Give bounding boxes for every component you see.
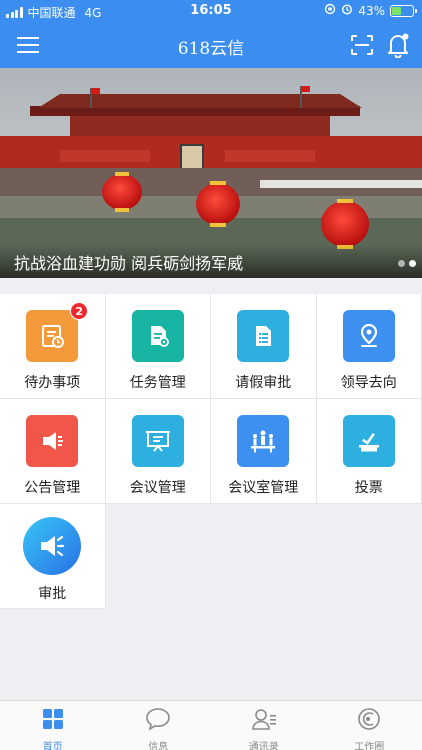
header: 中国联通 4G 16:05 43% 618云信 [0,0,422,68]
tab-home[interactable]: 首页 [0,701,106,750]
menu-item-meeting-room[interactable]: 会议室管理 [211,399,317,504]
orientation-lock-icon [324,3,336,18]
menu-item-leader-location[interactable]: 领导去向 [316,294,422,399]
menu-item-label: 审批 [38,586,67,602]
carousel-dot[interactable] [398,260,405,267]
carousel-dot-active[interactable] [409,260,416,267]
todo-icon: 2 [26,302,89,362]
menu-item-approval[interactable]: 审批 [0,504,106,609]
bell-icon[interactable] [382,30,414,60]
menu-item-task[interactable]: 任务管理 [105,294,211,399]
location-pin-icon [342,310,395,362]
menu-item-vote[interactable]: 投票 [316,399,422,504]
chat-bubble-icon [145,707,171,735]
meeting-board-icon [131,415,184,467]
menu-item-announcement[interactable]: 公告管理 [0,399,106,504]
notification-badge: 2 [70,302,89,320]
tab-messages[interactable]: 信息 [106,701,212,750]
banner-carousel[interactable]: 抗战浴血建功勋 阅兵砺剑扬军威 [0,68,422,278]
approval-speaker-icon [23,517,82,575]
battery-percent: 43% [358,3,385,18]
tab-label: 工作圈 [354,742,385,750]
contacts-icon [251,707,277,735]
menu-item-label: 领导去向 [340,375,397,391]
function-grid: 2 待办事项 任务管理 请假审批 领导去向 公告管理 会议管理 会议室管理 投票… [0,294,422,609]
tab-label: 通讯录 [248,742,279,750]
home-grid-icon [41,707,65,735]
megaphone-icon [26,415,79,467]
menu-item-label: 任务管理 [129,375,186,391]
app-root: 中国联通 4G 16:05 43% 618云信 抗战浴血建功勋 阅兵砺剑扬军威 … [0,0,422,750]
menu-item-todo[interactable]: 2 待办事项 [0,294,106,399]
menu-item-label: 会议管理 [129,480,186,496]
bottom-tab-bar: 首页 信息 通讯录 工作圈 [0,700,422,750]
navbar: 618云信 [0,22,422,68]
tab-label: 首页 [42,742,63,750]
status-right: 43% [324,3,417,18]
leave-form-icon [237,310,290,362]
menu-item-leave[interactable]: 请假审批 [211,294,317,399]
work-circle-icon [356,707,382,735]
menu-item-label: 投票 [354,480,383,496]
banner-caption: 抗战浴血建功勋 阅兵砺剑扬军威 [0,244,422,278]
alarm-icon [341,3,353,18]
menu-item-label: 会议室管理 [228,480,299,496]
menu-item-label: 公告管理 [24,480,81,496]
task-icon [131,310,184,362]
tab-work-circle[interactable]: 工作圈 [317,701,422,750]
scan-icon[interactable] [346,30,378,60]
menu-item-meeting[interactable]: 会议管理 [105,399,211,504]
tab-contacts[interactable]: 通讯录 [211,701,317,750]
status-bar: 中国联通 4G 16:05 43% [0,0,422,22]
carousel-dots [398,260,416,267]
battery-icon [390,4,417,17]
ballot-box-icon [342,415,395,467]
menu-item-label: 请假审批 [235,375,292,391]
meeting-room-icon [237,415,290,467]
menu-item-label: 待办事项 [24,375,81,391]
tab-label: 信息 [148,742,169,750]
